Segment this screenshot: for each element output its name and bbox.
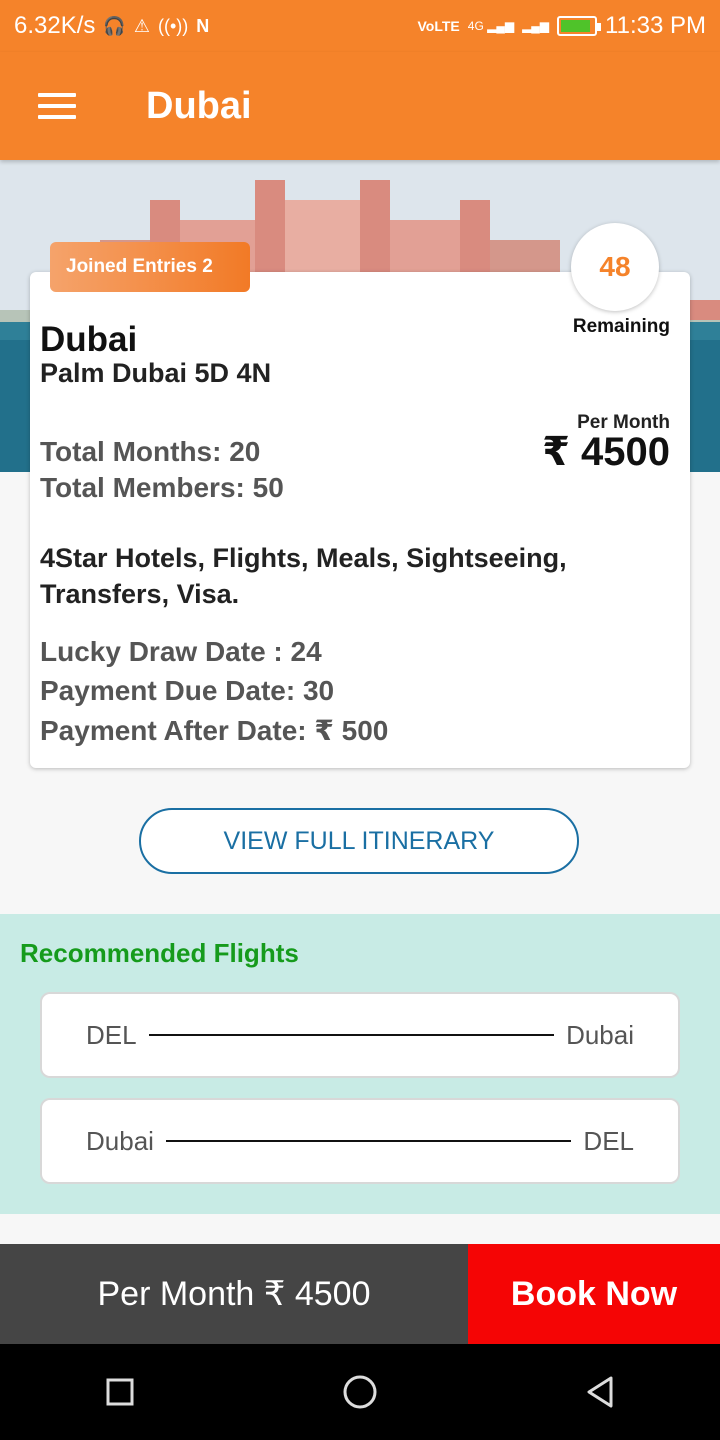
view-itinerary-button[interactable]: VIEW FULL ITINERARY bbox=[139, 808, 579, 874]
status-right: VoLTE 4G ▂▄▆ ▂▄▆ 11:33 PM bbox=[418, 12, 707, 40]
warning-icon: ⚠ bbox=[133, 15, 150, 36]
book-now-button[interactable]: Book Now bbox=[468, 1244, 720, 1344]
headphones-icon: 🎧 bbox=[103, 15, 126, 36]
flight-origin: Dubai bbox=[86, 1125, 154, 1156]
clock: 11:33 PM bbox=[605, 12, 706, 39]
flight-row[interactable]: Dubai DEL bbox=[40, 1098, 680, 1184]
back-icon[interactable] bbox=[570, 1362, 630, 1422]
signal-icon: ▂▄▆ bbox=[522, 19, 550, 33]
total-members: Total Members: 50 bbox=[40, 472, 284, 503]
recents-icon[interactable] bbox=[90, 1362, 150, 1422]
nfc-icon: N bbox=[196, 15, 210, 36]
hotspot-icon: ((•)) bbox=[157, 15, 189, 36]
lucky-draw-date: Lucky Draw Date : 24 bbox=[40, 636, 322, 667]
remaining-label: Remaining bbox=[572, 316, 670, 337]
flight-route-line bbox=[148, 1034, 555, 1036]
volte-icon: VoLTE bbox=[417, 18, 460, 34]
status-left: 6.32K/s 🎧 ⚠ ((•)) N bbox=[14, 12, 209, 40]
navigation-bar bbox=[0, 1344, 720, 1440]
recommended-flights-heading: Recommended Flights bbox=[20, 938, 299, 968]
flight-route-line bbox=[165, 1140, 572, 1142]
flight-row[interactable]: DEL Dubai bbox=[40, 992, 680, 1078]
network-speed: 6.32K/s bbox=[14, 12, 96, 39]
joined-entries-badge: Joined Entries 2 bbox=[50, 242, 250, 292]
app-bar: Dubai bbox=[0, 52, 720, 160]
recommended-flights-section: Recommended Flights DEL Dubai Dubai DEL bbox=[0, 914, 720, 1214]
payment-after-date: Payment After Date: ₹ 500 bbox=[40, 715, 389, 746]
remaining-count-badge: 48 bbox=[571, 223, 659, 311]
package-card: Dubai Palm Dubai 5D 4N Per Month ₹ 4500 … bbox=[30, 272, 690, 768]
total-months: Total Months: 20 bbox=[40, 436, 261, 467]
menu-icon[interactable] bbox=[38, 93, 76, 119]
package-subtitle: Palm Dubai 5D 4N bbox=[40, 358, 272, 388]
flight-destination: DEL bbox=[583, 1125, 634, 1156]
page-title: Dubai bbox=[146, 84, 252, 127]
network-type-label: 4G bbox=[467, 19, 484, 33]
flight-destination: Dubai bbox=[566, 1019, 634, 1050]
package-title: Dubai bbox=[40, 320, 138, 359]
per-month-price: ₹ 4500 bbox=[542, 430, 670, 474]
signal-icon: 4G ▂▄▆ bbox=[467, 19, 515, 33]
package-inclusions: 4Star Hotels, Flights, Meals, Sightseein… bbox=[40, 543, 567, 609]
status-bar: 6.32K/s 🎧 ⚠ ((•)) N VoLTE 4G ▂▄▆ ▂▄▆ 11:… bbox=[0, 0, 720, 52]
battery-icon bbox=[557, 16, 602, 36]
flight-origin: DEL bbox=[86, 1019, 137, 1050]
bottom-price-summary: Per Month ₹ 4500 bbox=[0, 1244, 468, 1344]
payment-due-date: Payment Due Date: 30 bbox=[40, 675, 335, 706]
home-icon[interactable] bbox=[330, 1362, 390, 1422]
